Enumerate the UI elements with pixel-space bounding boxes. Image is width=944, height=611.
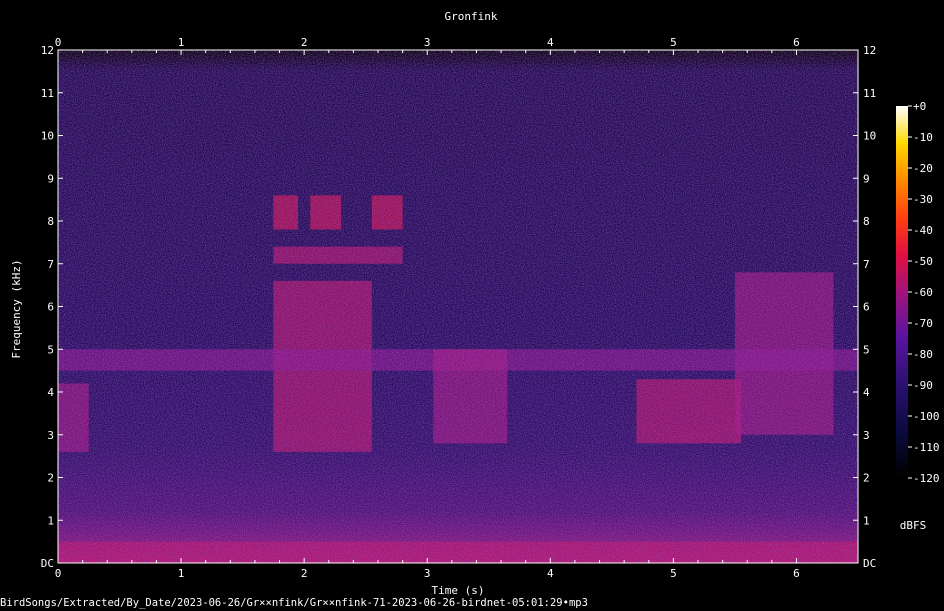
colorbar-tick-label: -20	[913, 162, 933, 175]
x-tick-label: 6	[793, 567, 800, 580]
x-tick-label: 6	[793, 36, 800, 49]
y-tick-label: 1	[47, 514, 54, 527]
y-tick-label: 9	[863, 172, 870, 185]
y-tick-label: 6	[863, 301, 870, 314]
y-tick-label: 12	[863, 44, 876, 57]
y-tick-label: 8	[47, 215, 54, 228]
y-tick-label: 11	[863, 87, 876, 100]
x-tick-label: 4	[547, 567, 554, 580]
x-tick-label: 1	[178, 567, 185, 580]
x-tick-label: 2	[301, 567, 308, 580]
colorbar-tick-label: +0	[913, 100, 926, 113]
colorbar-tick-label: -10	[913, 131, 933, 144]
y-tick-label: 8	[863, 215, 870, 228]
colorbar-tick-label: -60	[913, 286, 933, 299]
y-tick-label: 5	[47, 343, 54, 356]
x-tick-label: 3	[424, 36, 431, 49]
y-tick-label: 3	[863, 429, 870, 442]
colorbar	[896, 106, 908, 478]
x-axis-label: Time (s)	[432, 584, 485, 597]
y-tick-label: 2	[863, 472, 870, 485]
y-tick-label: DC	[863, 557, 876, 570]
y-tick-label: 4	[863, 386, 870, 399]
colorbar-tick-label: -110	[913, 441, 940, 454]
chart-title: Gronfink	[445, 10, 498, 23]
colorbar-tick-label: -90	[913, 379, 933, 392]
y-tick-label: 7	[47, 258, 54, 271]
x-tick-label: 1	[178, 36, 185, 49]
spectrogram-image	[58, 50, 858, 563]
y-tick-label: 7	[863, 258, 870, 271]
colorbar-tick-label: -50	[913, 255, 933, 268]
y-tick-label: 2	[47, 472, 54, 485]
x-tick-label: 5	[670, 36, 677, 49]
x-tick-label: 5	[670, 567, 677, 580]
y-tick-label: 10	[863, 130, 876, 143]
colorbar-tick-label: -70	[913, 317, 933, 330]
spectrogram-chart: Gronfink Time (s) Frequency (kHz) 001122…	[10, 10, 940, 597]
colorbar-tick-label: -30	[913, 193, 933, 206]
y-tick-label: 1	[863, 514, 870, 527]
y-tick-label: DC	[41, 557, 54, 570]
y-tick-label: 12	[41, 44, 54, 57]
colorbar-tick-label: -80	[913, 348, 933, 361]
x-tick-label: 3	[424, 567, 431, 580]
colorbar-label: dBFS	[900, 519, 927, 532]
x-tick-label: 0	[55, 567, 62, 580]
x-tick-label: 4	[547, 36, 554, 49]
colorbar-tick-label: -100	[913, 410, 940, 423]
x-tick-label: 2	[301, 36, 308, 49]
y-tick-label: 4	[47, 386, 54, 399]
y-tick-label: 10	[41, 130, 54, 143]
y-tick-label: 6	[47, 301, 54, 314]
colorbar-tick-label: -40	[913, 224, 933, 237]
y-tick-label: 3	[47, 429, 54, 442]
y-tick-label: 5	[863, 343, 870, 356]
colorbar-tick-label: -120	[913, 472, 940, 485]
y-tick-label: 9	[47, 172, 54, 185]
y-tick-label: 11	[41, 87, 54, 100]
y-axis-label: Frequency (kHz)	[10, 259, 23, 358]
source-file-path: BirdSongs/Extracted/By_Date/2023-06-26/G…	[0, 597, 588, 609]
x-tick-label: 0	[55, 36, 62, 49]
colorbar-ticks: +0 -10 -20 -30 -40 -50 -60 -70 -80 -90 -100 -110 -12…	[908, 100, 940, 485]
